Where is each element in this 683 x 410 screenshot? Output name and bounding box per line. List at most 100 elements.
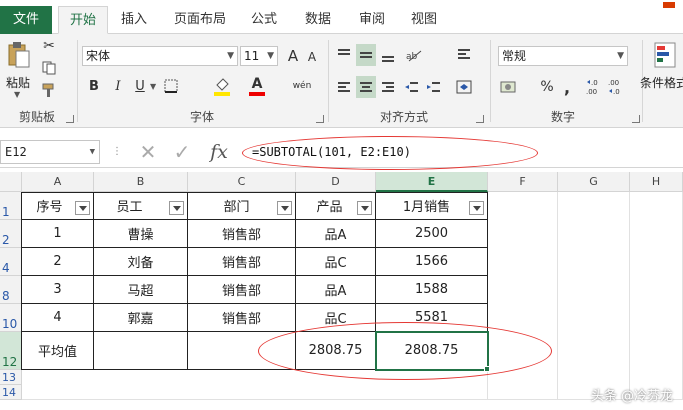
insert-function-icon[interactable]: fx (206, 140, 232, 164)
paste-label[interactable]: 粘贴 (6, 74, 30, 91)
decrease-decimal-icon[interactable]: .00.0 (606, 76, 626, 98)
orientation-icon[interactable]: ab (402, 44, 426, 66)
wrap-text-icon[interactable] (454, 44, 474, 66)
table-cell[interactable]: 曹操 (94, 220, 188, 248)
align-middle-icon[interactable] (356, 44, 376, 66)
table-cell[interactable]: 品A (296, 220, 376, 248)
table-cell[interactable]: 销售部 (188, 276, 296, 304)
column-header[interactable]: D (296, 172, 376, 192)
alignment-launcher-icon[interactable] (476, 115, 484, 123)
row-header[interactable]: 12 (0, 332, 22, 370)
font-color-icon[interactable]: A (248, 74, 266, 98)
number-format-select[interactable]: 常规 ▼ (498, 46, 628, 66)
table-cell[interactable]: 销售部 (188, 304, 296, 332)
worksheet-grid[interactable]: A B C D E F G H 1 2 4 8 10 12 13 14 序号 员… (0, 172, 683, 410)
conditional-format-label[interactable]: 条件格式 (640, 74, 683, 91)
filter-dropdown-icon[interactable] (357, 201, 372, 215)
borders-icon[interactable] (162, 76, 180, 96)
header-cell[interactable]: 员工 (94, 192, 188, 220)
name-box[interactable]: E12 ▼ (0, 140, 100, 164)
table-cell[interactable]: 品A (296, 276, 376, 304)
table-cell[interactable]: 品C (296, 248, 376, 276)
cut-icon[interactable]: ✂ (40, 38, 58, 54)
align-center-icon[interactable] (356, 76, 376, 98)
tab-formulas[interactable]: 公式 (244, 6, 284, 34)
paste-icon[interactable] (6, 40, 32, 70)
enter-icon[interactable]: ✓ (172, 140, 192, 164)
shrink-font-icon[interactable]: A (304, 48, 320, 66)
header-cell[interactable]: 部门 (188, 192, 296, 220)
column-header[interactable]: H (630, 172, 683, 192)
select-all-corner[interactable] (0, 172, 22, 192)
grow-font-icon[interactable]: A (284, 46, 302, 66)
filter-active-icon[interactable] (277, 201, 292, 215)
empty-cell[interactable] (558, 192, 630, 400)
font-size-select[interactable]: 11 ▼ (240, 46, 278, 66)
header-cell[interactable]: 1月销售 (376, 192, 488, 220)
decrease-indent-icon[interactable] (402, 76, 422, 98)
font-name-select[interactable]: 宋体 ▼ (82, 46, 238, 66)
copy-icon[interactable] (40, 60, 58, 76)
number-launcher-icon[interactable] (632, 115, 640, 123)
table-cell[interactable]: 2500 (376, 220, 488, 248)
cancel-icon[interactable]: ✕ (138, 140, 158, 164)
comma-button[interactable]: , (560, 76, 574, 98)
column-header[interactable]: G (558, 172, 630, 192)
table-cell[interactable]: 销售部 (188, 220, 296, 248)
align-right-icon[interactable] (378, 76, 398, 98)
summary-label-cell[interactable]: 平均值 (22, 332, 94, 370)
row-header[interactable]: 4 (0, 248, 22, 276)
tab-home[interactable]: 开始 (58, 6, 108, 34)
bold-button[interactable]: B (86, 76, 102, 96)
font-launcher-icon[interactable] (316, 115, 324, 123)
tab-review[interactable]: 审阅 (352, 6, 392, 34)
increase-decimal-icon[interactable]: .0.00 (584, 76, 604, 98)
table-cell[interactable]: 2 (22, 248, 94, 276)
filter-dropdown-icon[interactable] (169, 201, 184, 215)
paste-chevron-icon[interactable]: ▼ (14, 90, 20, 99)
row-header[interactable]: 13 (0, 370, 22, 385)
tab-page-layout[interactable]: 页面布局 (168, 6, 232, 34)
table-cell[interactable]: 1 (22, 220, 94, 248)
italic-button[interactable]: I (110, 76, 126, 96)
percent-button[interactable]: % (538, 76, 556, 98)
header-cell[interactable]: 序号 (22, 192, 94, 220)
table-cell[interactable]: 刘备 (94, 248, 188, 276)
column-header[interactable]: B (94, 172, 188, 192)
empty-cell[interactable] (630, 192, 683, 400)
filter-dropdown-icon[interactable] (469, 201, 484, 215)
align-left-icon[interactable] (334, 76, 354, 98)
table-cell[interactable]: 销售部 (188, 248, 296, 276)
column-header[interactable]: C (188, 172, 296, 192)
underline-dropdown-icon[interactable]: ▼ (150, 82, 156, 91)
tab-insert[interactable]: 插入 (114, 6, 154, 34)
align-bottom-icon[interactable] (378, 44, 398, 66)
accounting-format-icon[interactable] (498, 76, 520, 98)
table-cell[interactable]: 马超 (94, 276, 188, 304)
table-cell[interactable]: 4 (22, 304, 94, 332)
row-header[interactable]: 8 (0, 276, 22, 304)
row-header[interactable]: 2 (0, 220, 22, 248)
table-cell[interactable]: 3 (22, 276, 94, 304)
merge-center-icon[interactable] (454, 76, 474, 98)
table-cell[interactable]: 1588 (376, 276, 488, 304)
table-cell[interactable]: 1566 (376, 248, 488, 276)
table-cell[interactable]: 郭嘉 (94, 304, 188, 332)
increase-indent-icon[interactable] (424, 76, 444, 98)
tab-file[interactable]: 文件 (0, 6, 52, 34)
clipboard-launcher-icon[interactable] (66, 115, 74, 123)
phonetic-guide-icon[interactable]: wén (290, 76, 314, 96)
align-top-icon[interactable] (334, 44, 354, 66)
filter-dropdown-icon[interactable] (75, 201, 90, 215)
column-header[interactable]: E (376, 172, 488, 192)
column-header[interactable]: A (22, 172, 94, 192)
tab-data[interactable]: 数据 (298, 6, 338, 34)
conditional-format-icon[interactable] (652, 40, 678, 70)
row-header[interactable]: 1 (0, 192, 22, 220)
fill-color-icon[interactable] (212, 74, 232, 98)
row-header[interactable]: 14 (0, 385, 22, 400)
tab-view[interactable]: 视图 (404, 6, 444, 34)
summary-cell[interactable] (94, 332, 188, 370)
header-cell[interactable]: 产品 (296, 192, 376, 220)
column-header[interactable]: F (488, 172, 558, 192)
